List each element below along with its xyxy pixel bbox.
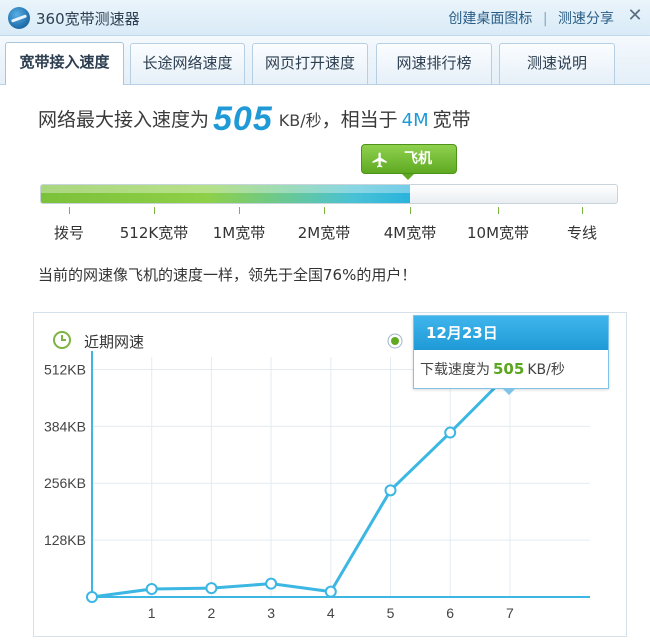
tooltip-unit: KB/秒 — [527, 362, 565, 378]
x-tick-label: 1 — [148, 605, 156, 621]
data-point — [86, 591, 98, 603]
data-point — [145, 583, 158, 595]
data-point — [384, 484, 397, 497]
y-tick-label: 128KB — [44, 532, 86, 548]
data-point — [444, 426, 457, 439]
speed-series-line — [91, 371, 511, 599]
tooltip-date: 12月23日 — [414, 316, 608, 350]
x-tick-label: 6 — [446, 605, 454, 621]
x-tick-label: 2 — [208, 605, 216, 621]
tooltip-value: 505 — [493, 360, 525, 378]
data-point — [265, 577, 278, 590]
x-tick-label: 5 — [387, 605, 395, 621]
x-tick-label: 3 — [267, 605, 275, 621]
y-tick-label: 256KB — [44, 475, 86, 491]
y-tick-label: 512KB — [44, 361, 86, 377]
y-tick-label: 384KB — [44, 418, 86, 434]
data-point — [324, 585, 337, 598]
x-tick-label: 4 — [327, 605, 335, 621]
x-tick-label: 7 — [506, 605, 514, 621]
tooltip-label: 下载速度为 — [420, 362, 490, 378]
data-point — [205, 582, 218, 595]
data-tooltip: 12月23日 下载速度为 505 KB/秒 — [413, 315, 609, 395]
tooltip-body: 下载速度为 505 KB/秒 — [414, 350, 608, 379]
